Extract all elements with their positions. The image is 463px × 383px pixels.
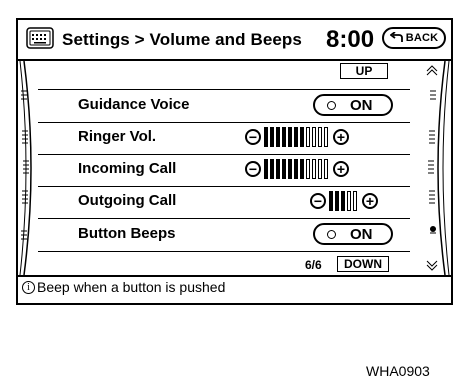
level-bar [300,127,304,147]
plus-icon[interactable]: + [362,193,378,209]
figure-code: WHA0903 [366,363,430,379]
level-bar [353,191,357,211]
level-bar [312,159,316,179]
row-divider [38,154,410,155]
level-bar [306,127,310,147]
info-text: Beep when a button is pushed [37,279,226,295]
level-bar [270,127,274,147]
incoming-call-label: Incoming Call [78,160,177,177]
row-divider [38,186,410,187]
scroll-up-button[interactable]: UP [340,63,388,79]
level-bar [294,159,298,179]
minus-icon[interactable]: − [310,193,326,209]
guidance-voice-toggle[interactable]: ON [313,94,393,116]
level-bar [347,191,351,211]
level-bar [288,159,292,179]
level-bar [335,191,339,211]
level-bar [312,127,316,147]
level-bars [329,191,359,211]
back-label: BACK [405,32,439,44]
level-bar [306,159,310,179]
level-bar [318,159,322,179]
scroll-down-button[interactable]: DOWN [337,256,389,272]
row-divider [38,218,410,219]
page-indicator: 6/6 [305,258,322,272]
level-bar [300,159,304,179]
row-divider [38,122,410,123]
level-bar [294,127,298,147]
button-beeps-toggle[interactable]: ON [313,223,393,245]
keypad-icon[interactable] [26,27,54,49]
row-divider [38,89,410,90]
plus-icon[interactable]: + [333,129,349,145]
level-bar [329,191,333,211]
minus-icon[interactable]: − [245,161,261,177]
level-bars [264,127,330,147]
page-title: Settings > Volume and Beeps [62,30,302,49]
scroll-up-label: UP [355,64,373,78]
level-bar [341,191,345,211]
guidance-voice-value: ON [350,96,373,114]
scroll-down-label: DOWN [344,257,382,271]
button-beeps-label: Button Beeps [78,225,176,242]
level-bar [282,127,286,147]
ringer-volume-slider[interactable]: − + [245,127,349,147]
minus-icon[interactable]: − [245,129,261,145]
clock: 8:00 [326,26,375,53]
level-bar [318,127,322,147]
incoming-call-slider[interactable]: − + [245,159,349,179]
outgoing-call-label: Outgoing Call [78,192,177,209]
right-scrollbar[interactable] [416,61,451,275]
guidance-voice-label: Guidance Voice [78,96,190,113]
footer-divider [18,275,451,277]
level-bar [276,127,280,147]
info-bar: i Beep when a button is pushed [22,279,225,295]
toggle-indicator [327,229,336,239]
back-button[interactable]: BACK [382,27,446,49]
row-divider [38,251,410,252]
level-bars [264,159,330,179]
plus-icon[interactable]: + [333,161,349,177]
level-bar [276,159,280,179]
toggle-indicator [327,100,336,110]
level-bar [282,159,286,179]
outgoing-call-slider[interactable]: − + [310,191,378,211]
header-divider [18,59,451,61]
info-icon: i [22,280,35,294]
level-bar [270,159,274,179]
ringer-volume-label: Ringer Vol. [78,128,157,145]
level-bar [324,159,328,179]
level-bar [264,159,268,179]
left-scale-decoration [19,61,32,275]
return-arrow-icon [389,32,403,42]
level-bar [288,127,292,147]
button-beeps-value: ON [350,225,373,243]
level-bar [324,127,328,147]
level-bar [264,127,268,147]
